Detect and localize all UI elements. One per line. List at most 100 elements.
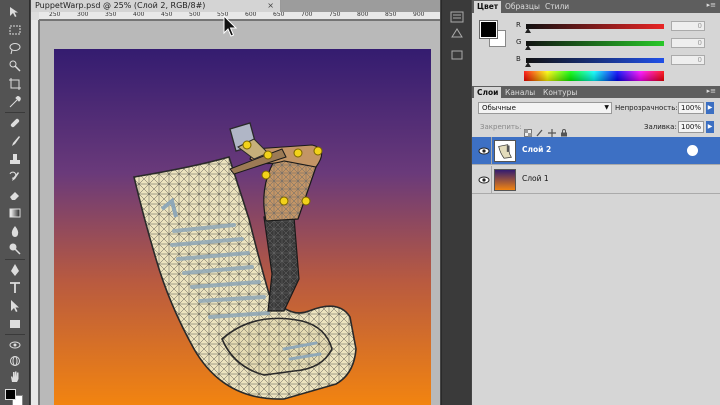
ruler-label: 700 [301,12,313,18]
fill-arrow-icon[interactable]: ▶ [706,121,714,133]
layer-name[interactable]: Слой 2 [522,145,551,154]
blue-track[interactable] [526,58,664,63]
eyedropper-icon[interactable] [6,95,24,109]
brush-icon[interactable] [6,134,24,148]
panel-icon-a[interactable] [450,8,464,23]
ruler-label: 850 [385,12,397,18]
eye-icon[interactable] [478,146,490,156]
clone-stamp-icon[interactable] [6,152,24,166]
slider-label-g: G [516,38,522,46]
eraser-icon[interactable] [6,188,24,202]
green-slider[interactable]: G 0 [516,38,716,50]
panel-icon-c[interactable] [450,46,464,60]
panels-dock: Цвет Образцы Стили ▸≡ R 0 G 0 B 0 Слои К… [472,0,720,405]
lock-all-icon[interactable] [560,122,568,137]
lasso-icon[interactable] [6,41,24,55]
healing-icon[interactable] [6,116,24,130]
3d-orbit-icon[interactable] [6,354,24,368]
color-panel: R 0 G 0 B 0 [472,13,720,85]
canvas-area[interactable] [40,21,440,405]
foreground-color-swatch[interactable] [5,389,16,400]
photoshop-window: PuppetWarp.psd @ 25% (Слой 2, RGB/8#) × … [0,0,720,405]
layer-thumbnail [494,169,516,191]
slider-label-r: R [516,21,521,29]
blue-thumb[interactable] [525,62,531,67]
opacity-field[interactable]: 100% [678,102,704,114]
color-spectrum[interactable] [524,71,664,81]
lock-position-icon[interactable] [548,122,556,137]
panel-menu-icon[interactable]: ▸≡ [707,87,716,95]
lock-transparency-icon[interactable] [524,122,532,137]
lock-row: Закрепить: Заливка: 100% ▶ [472,119,720,137]
blur-icon[interactable] [6,224,24,238]
red-thumb[interactable] [525,28,531,33]
pen-icon[interactable] [6,263,24,277]
blue-slider[interactable]: B 0 [516,55,716,67]
chevron-down-icon: ▼ [604,104,609,111]
green-value-field[interactable]: 0 [671,38,705,48]
lock-pixels-icon[interactable] [536,122,544,137]
ruler-corner [31,12,39,20]
tab-color[interactable]: Цвет [474,1,502,13]
panel-icon-b[interactable] [450,24,464,38]
blend-mode-value: Обычные [482,104,516,112]
shape-icon[interactable] [6,317,24,331]
blend-row: Обычные ▼ Непрозрачность: 100% ▶ [472,100,720,116]
tools-panel [0,0,30,405]
ruler-label: 300 [77,12,89,18]
mouse-cursor-icon [223,15,238,37]
fill-field[interactable]: 100% [678,121,704,133]
document-window: PuppetWarp.psd @ 25% (Слой 2, RGB/8#) × … [31,0,440,405]
ruler-label: 800 [357,12,369,18]
3d-rotate-icon[interactable] [6,338,24,352]
document-tab[interactable]: PuppetWarp.psd @ 25% (Слой 2, RGB/8#) × [31,0,281,12]
smart-filter-icon [687,145,698,156]
red-track[interactable] [526,24,664,29]
ruler-label: 650 [273,12,285,18]
artwork-canvas[interactable] [54,49,431,405]
document-title: PuppetWarp.psd @ 25% (Слой 2, RGB/8#) [35,1,206,10]
lock-label: Закрепить: [480,123,522,131]
green-track[interactable] [526,41,664,46]
type-icon[interactable] [6,281,24,295]
dodge-icon[interactable] [6,242,24,256]
horizontal-ruler[interactable]: 250 300 350 400 450 500 550 600 650 700 … [39,12,440,20]
blue-value-field[interactable]: 0 [671,55,705,65]
red-value-field[interactable]: 0 [671,21,705,31]
ruler-label: 600 [245,12,257,18]
layers-panel: Обычные ▼ Непрозрачность: 100% ▶ Закрепи… [472,98,720,405]
collapsed-panels-strip [441,0,471,405]
move-icon[interactable] [6,5,24,19]
green-thumb[interactable] [525,45,531,50]
layer-thumbnail [494,140,516,162]
ruler-label: 750 [329,12,341,18]
eye-icon[interactable] [478,175,490,185]
ruler-label: 500 [189,12,201,18]
panel-menu-icon[interactable]: ▸≡ [707,1,716,9]
layer-row-2[interactable]: Слой 2 [472,137,720,165]
vertical-ruler[interactable] [31,20,39,405]
opacity-arrow-icon[interactable]: ▶ [706,102,714,114]
layer-row-1[interactable]: Слой 1 [472,166,720,194]
tab-styles[interactable]: Стили [542,1,572,13]
ruler-label: 350 [105,12,117,18]
ruler-label: 400 [133,12,145,18]
marquee-icon[interactable] [6,23,24,37]
opacity-label: Непрозрачность: [615,104,678,112]
foreground-color-chip[interactable] [479,20,498,39]
close-icon[interactable]: × [267,0,274,12]
quick-select-icon[interactable] [6,59,24,73]
color-panel-tabs: Цвет Образцы Стили ▸≡ [472,0,720,13]
ruler-label: 450 [161,12,173,18]
slider-label-b: B [516,55,521,63]
layer-name[interactable]: Слой 1 [522,174,549,183]
path-select-icon[interactable] [6,299,24,313]
crop-icon[interactable] [6,77,24,91]
gradient-icon[interactable] [6,206,24,220]
hand-icon[interactable] [6,370,24,384]
ruler-label: 900 [413,12,425,18]
red-slider[interactable]: R 0 [516,21,716,33]
blend-mode-select[interactable]: Обычные ▼ [478,102,612,114]
history-brush-icon[interactable] [6,170,24,184]
tab-swatches[interactable]: Образцы [502,1,543,13]
